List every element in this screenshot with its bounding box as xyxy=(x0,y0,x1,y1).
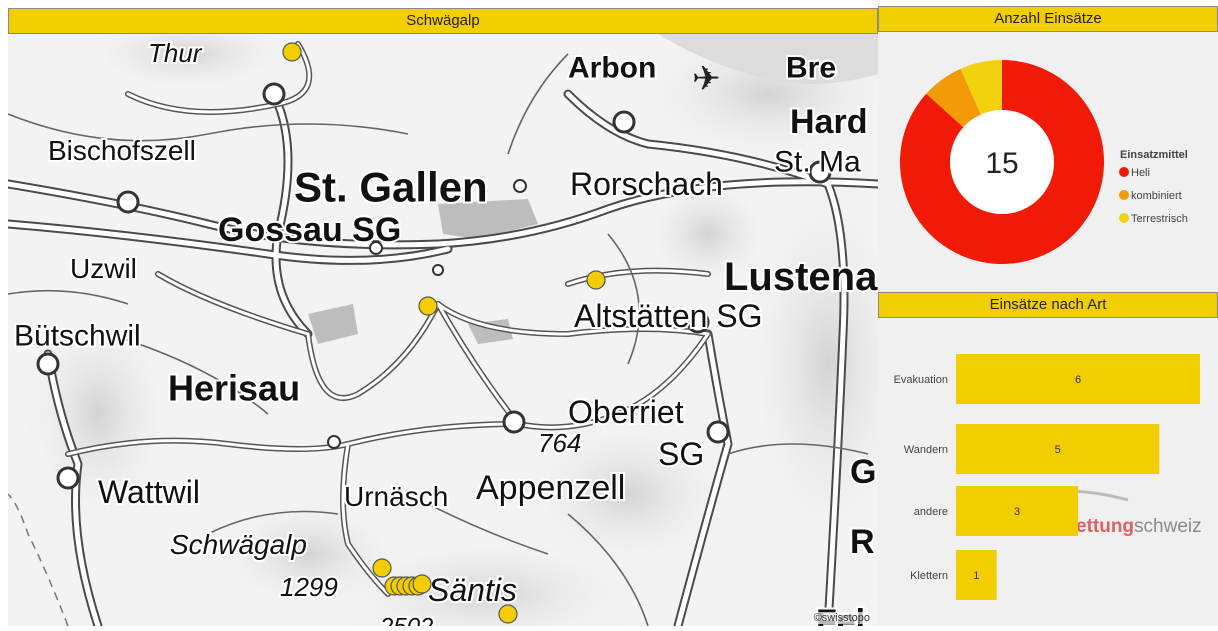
donut-total: 15 xyxy=(985,147,1018,180)
donut-title: Anzahl Einsätze xyxy=(878,6,1218,32)
map-place-label: Rorschach xyxy=(570,166,723,202)
map-place-label: Hard xyxy=(790,103,867,141)
map-place-label: R xyxy=(850,523,875,561)
bar-value-label: 1 xyxy=(973,570,979,582)
bar-chart[interactable]: ettungschweiz Evakuation 6 Wandern 5 andere 3 K… xyxy=(878,318,1218,626)
watermark-logo: ettungschweiz xyxy=(1076,516,1202,537)
map-place-label: Gossau SG xyxy=(218,211,401,249)
map-place-label: Herisau xyxy=(168,368,300,409)
incident-marker[interactable] xyxy=(498,604,518,624)
bar-value-label: 5 xyxy=(1055,444,1061,456)
legend-dot-kombiniert[interactable] xyxy=(1119,190,1129,200)
legend-title: Einsatzmittel xyxy=(1120,149,1188,161)
bar-panel: Einsätze nach Art ettungschweiz Evakuatio… xyxy=(878,292,1218,626)
map-place-label: Säntis xyxy=(428,572,517,608)
map-panel: Schwägalp ✈ Arbon Bre Bischofszell Hard … xyxy=(8,8,878,626)
map-place-label: Thur xyxy=(148,38,203,68)
legend-label-kombiniert[interactable]: kombiniert xyxy=(1131,190,1182,202)
map-place-label: G xyxy=(850,453,876,491)
incident-marker[interactable] xyxy=(418,296,438,316)
incident-marker[interactable] xyxy=(372,558,392,578)
map-place-label: Lustena xyxy=(724,255,878,299)
airport-icon: ✈ xyxy=(692,59,721,99)
donut-chart[interactable]: 15 Einsatzmittel Heli kombiniert Terrestrisc… xyxy=(878,32,1218,288)
donut-panel: Anzahl Einsätze 15 Einsatzmittel Heli kombi… xyxy=(878,6,1218,292)
map-place-label: Urnäsch xyxy=(344,481,448,512)
map-place-label: Altstätten SG xyxy=(574,298,763,334)
incident-marker[interactable] xyxy=(282,42,302,62)
legend-label-terrestrisch[interactable]: Terrestrisch xyxy=(1131,213,1188,225)
map-canvas[interactable]: ✈ Arbon Bre Bischofszell Hard St. Ma St. Gall… xyxy=(8,34,878,626)
map-place-label: Schwägalp xyxy=(170,529,307,560)
map-place-label: St. Gallen xyxy=(294,164,488,211)
bar-value-label: 6 xyxy=(1075,374,1081,386)
map-title: Schwägalp xyxy=(8,8,878,34)
legend-dot-heli[interactable] xyxy=(1119,167,1129,177)
map-place-label: St. Ma xyxy=(774,146,861,179)
incident-marker[interactable] xyxy=(586,270,606,290)
map-place-label: SG xyxy=(658,436,704,472)
bar-title: Einsätze nach Art xyxy=(878,292,1218,318)
map-place-label: Oberriet xyxy=(568,394,684,430)
map-place-label: Bütschwil xyxy=(14,320,141,353)
map-place-label: Wattwil xyxy=(98,474,200,510)
map-place-label: 764 xyxy=(538,428,581,458)
bar-value-label: 3 xyxy=(1014,506,1020,518)
incident-marker[interactable] xyxy=(412,574,432,594)
map-place-label: 2502 xyxy=(379,613,433,626)
map-place-label: Uzwil xyxy=(70,253,137,284)
map-place-label: Appenzell xyxy=(476,469,625,507)
legend-dot-terrestrisch[interactable] xyxy=(1119,213,1129,223)
map-place-label: Bischofszell xyxy=(48,135,196,166)
bar-category-label: andere xyxy=(914,506,948,518)
map-place-label: Bre xyxy=(786,52,836,85)
map-place-label: 1299 xyxy=(280,572,338,602)
legend-label-heli[interactable]: Heli xyxy=(1131,167,1150,179)
map-attribution: ©swisstopo xyxy=(811,612,872,624)
map-view[interactable]: ✈ Arbon Bre Bischofszell Hard St. Ma St. Gall… xyxy=(8,34,878,626)
map-place-label: Arbon xyxy=(568,52,656,85)
bar-category-label: Wandern xyxy=(904,444,948,456)
bar-category-label: Evakuation xyxy=(894,374,948,386)
bar-category-label: Klettern xyxy=(910,570,948,582)
